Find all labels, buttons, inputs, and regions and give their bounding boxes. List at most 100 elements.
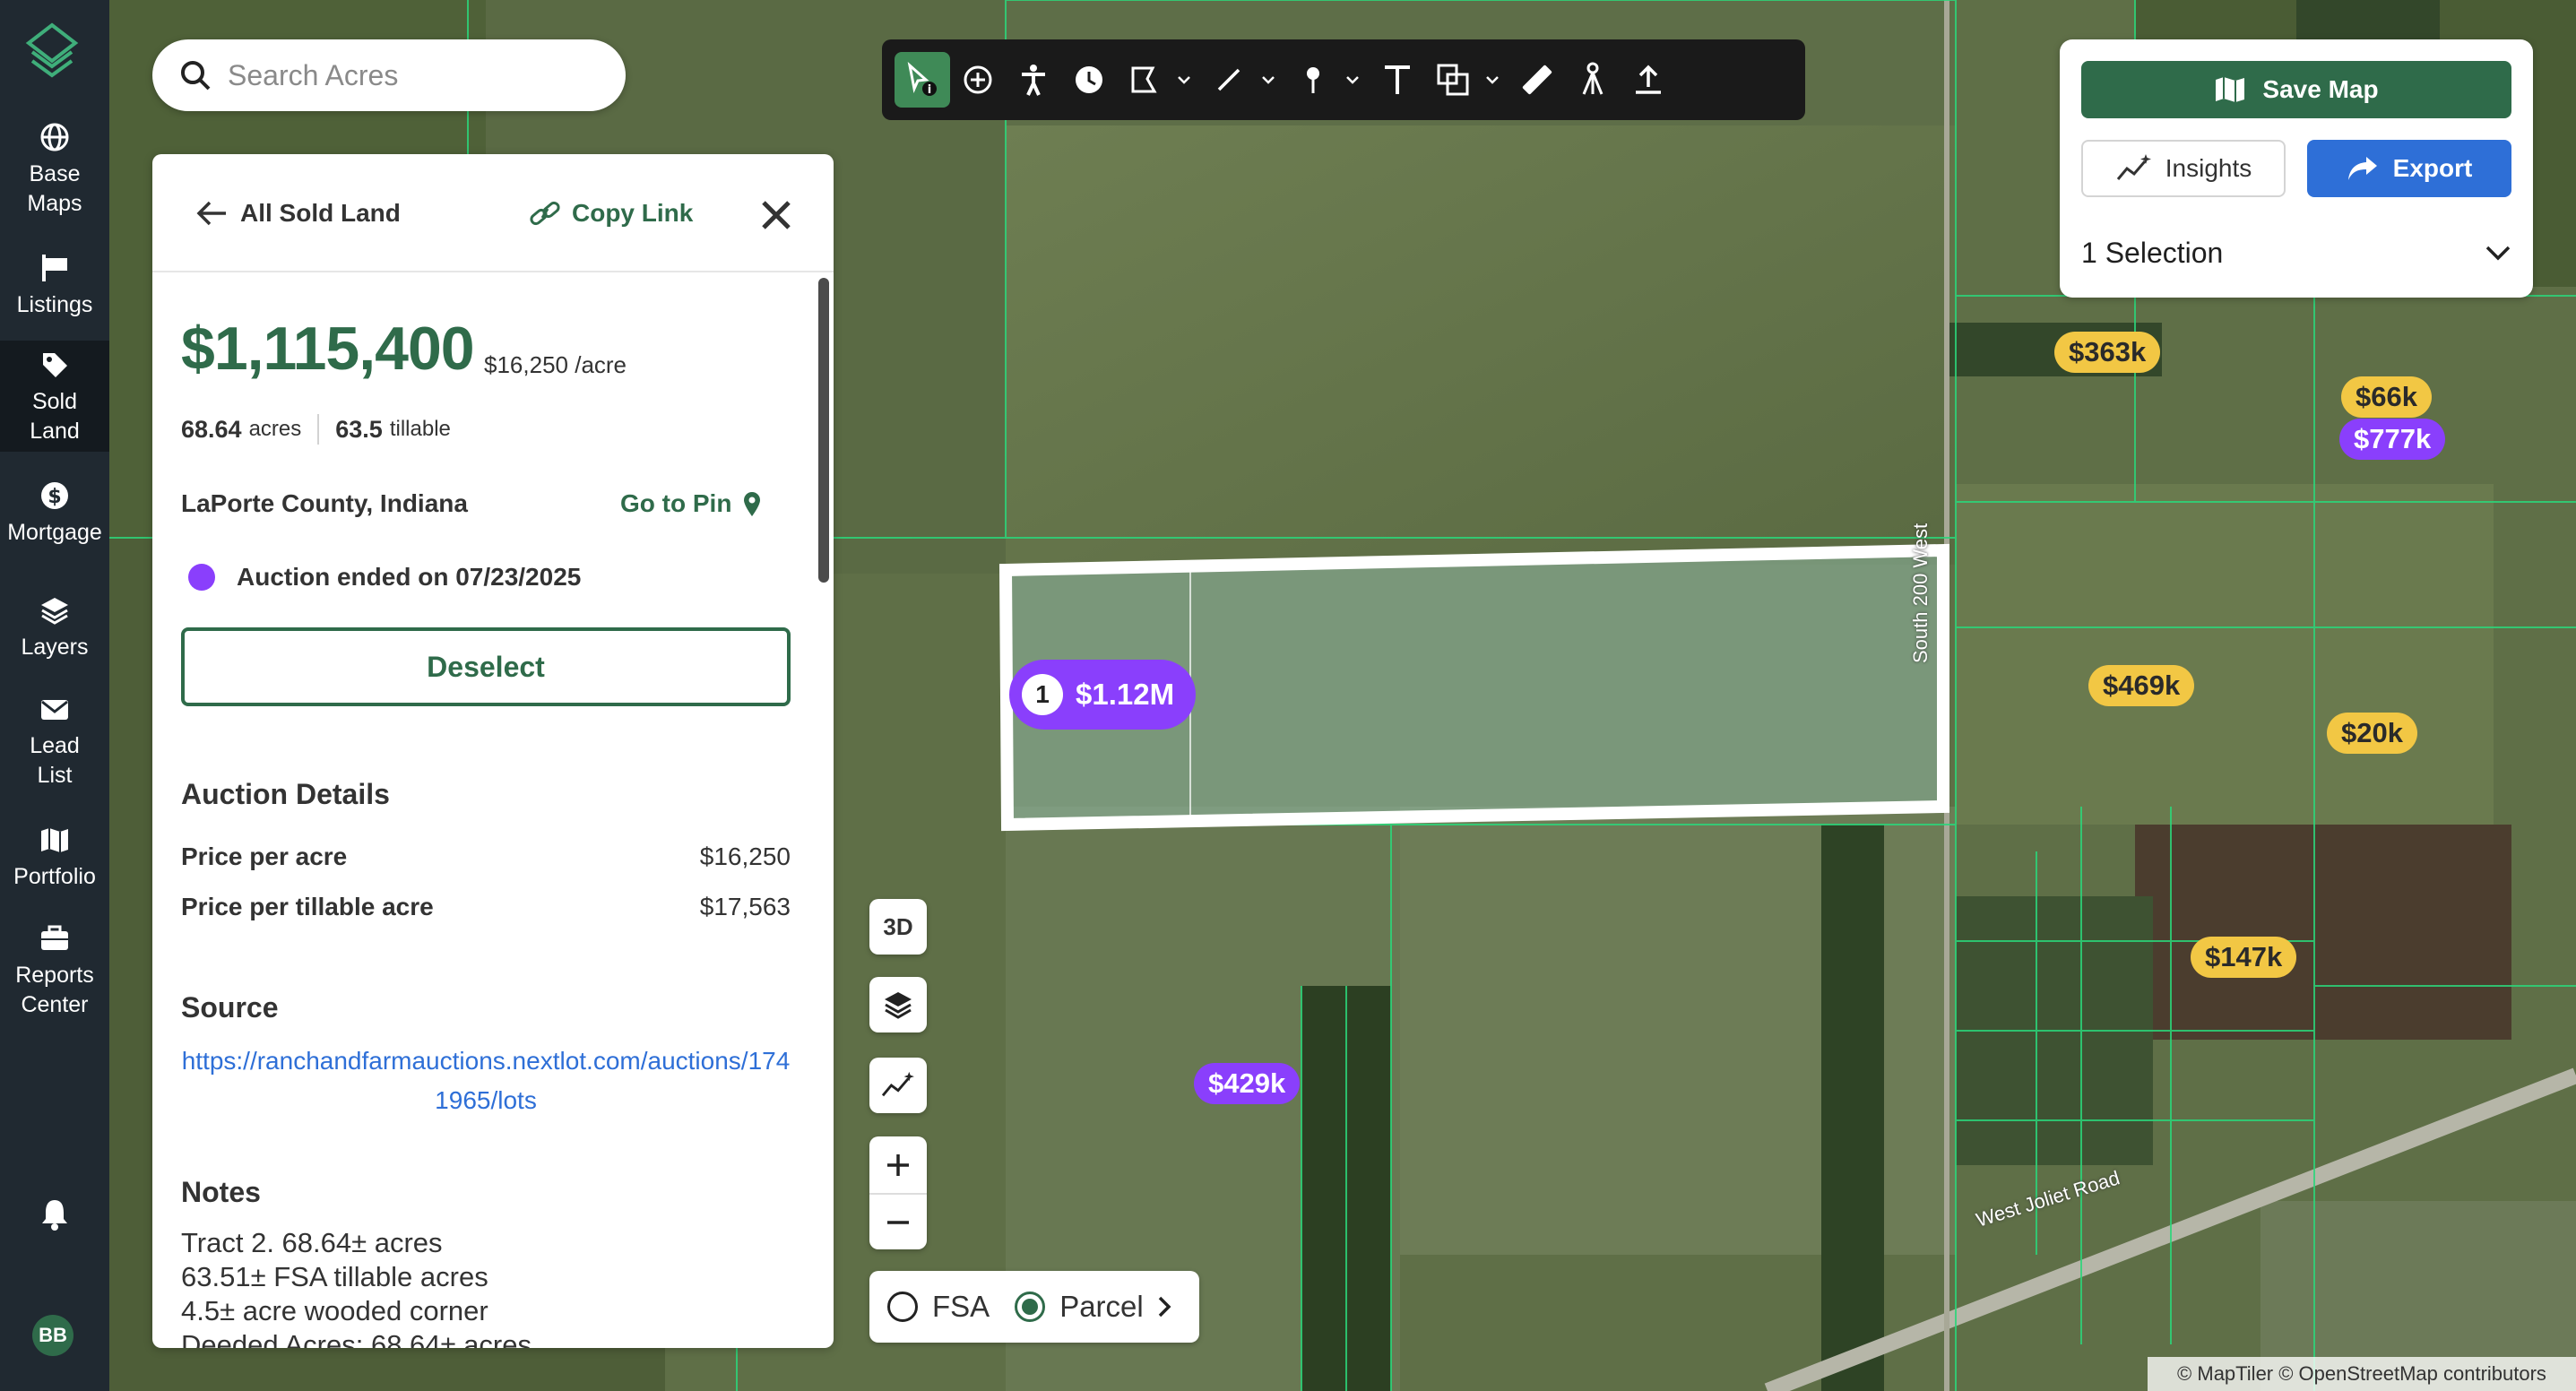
line-icon — [1217, 68, 1240, 91]
divider — [317, 414, 320, 445]
source-link[interactable]: https://ranchandfarmauctions.nextlot.com… — [181, 1041, 791, 1120]
detail-key: Price per acre — [181, 842, 348, 870]
tag-icon — [38, 348, 72, 382]
detail-row: Price per acre $16,250 — [181, 842, 791, 871]
nav-label: Base Maps — [27, 161, 82, 216]
close-icon[interactable] — [758, 197, 794, 233]
add-point-button[interactable] — [950, 52, 1006, 108]
accessibility-tool-button[interactable] — [1006, 52, 1061, 108]
zoom-in-button[interactable] — [869, 1136, 927, 1193]
go-to-pin-label: Go to Pin — [620, 489, 732, 517]
share-arrow-icon — [2347, 157, 2377, 180]
mail-icon — [38, 692, 72, 726]
measure-tool-button[interactable] — [1509, 52, 1565, 108]
cursor-info-icon: i — [907, 62, 937, 97]
shapes-tool-button[interactable] — [1425, 52, 1481, 108]
status-dot — [188, 564, 215, 591]
detail-row: Price per tillable acre $17,563 — [181, 893, 791, 921]
left-nav: Base Maps Listings Sold Land $ Mortgage … — [0, 0, 109, 1391]
upload-icon — [1636, 65, 1661, 94]
map-icon — [38, 823, 72, 857]
nav-sold-land[interactable]: Sold Land — [0, 341, 109, 452]
shapes-options-dropdown[interactable] — [1481, 52, 1504, 108]
globe-icon — [38, 120, 72, 154]
zoom-out-button[interactable] — [869, 1193, 927, 1249]
nav-mortgage[interactable]: $ Mortgage — [0, 479, 109, 548]
nav-listings[interactable]: Listings — [0, 251, 109, 320]
marker-options-dropdown[interactable] — [1341, 52, 1364, 108]
history-tool-button[interactable] — [1061, 52, 1117, 108]
export-button[interactable]: Export — [2307, 140, 2511, 197]
polygon-tool-button[interactable] — [1117, 52, 1172, 108]
search-bar[interactable] — [152, 39, 626, 111]
line-tool-button[interactable] — [1201, 52, 1257, 108]
nav-label: Sold Land — [30, 389, 80, 444]
boundary-type-toggle: FSA Parcel — [869, 1271, 1199, 1343]
text-icon — [1385, 65, 1410, 94]
select-tool-button[interactable]: i — [895, 52, 950, 108]
sign-icon — [38, 251, 72, 285]
price-per-acre-value: $16,250 — [484, 351, 568, 378]
marker-tool-button[interactable] — [1285, 52, 1341, 108]
parcel-radio[interactable] — [1015, 1292, 1046, 1322]
acreage-row: 68.64 acres 63.5 tillable — [181, 414, 451, 445]
nav-label: Lead List — [30, 733, 80, 788]
price-pin[interactable]: $777k — [2339, 419, 2446, 460]
chevron-right-icon[interactable] — [1156, 1294, 1172, 1319]
user-avatar[interactable]: BB — [32, 1315, 73, 1356]
nav-layers[interactable]: Layers — [0, 593, 109, 662]
survey-tool-button[interactable] — [1565, 52, 1621, 108]
export-label: Export — [2392, 154, 2473, 182]
fsa-radio[interactable] — [887, 1292, 918, 1322]
price-pin[interactable]: $66k — [2341, 376, 2432, 418]
shapes-icon — [1437, 64, 1469, 96]
notes-heading: Notes — [181, 1176, 261, 1208]
tillable-unit: tillable — [389, 417, 451, 441]
nav-label: Listings — [16, 292, 93, 317]
source-heading: Source — [181, 991, 279, 1024]
nav-reports-center[interactable]: Reports Center — [0, 921, 109, 1020]
layers-icon — [885, 992, 912, 1019]
price-pin[interactable]: $20k — [2327, 713, 2417, 754]
nav-label: Mortgage — [7, 520, 102, 545]
map-actions-card: Save Map Insights Export 1 Selection — [2060, 39, 2533, 298]
upload-tool-button[interactable] — [1621, 52, 1676, 108]
insights-sparkle-icon — [881, 1071, 914, 1097]
auction-status: Auction ended on 07/23/2025 — [188, 563, 581, 592]
nav-portfolio[interactable]: Portfolio — [0, 823, 109, 892]
acres-value: 68.64 — [181, 415, 242, 443]
deselect-button[interactable]: Deselect — [181, 627, 791, 706]
price-pin[interactable]: $469k — [2088, 665, 2195, 706]
text-tool-button[interactable] — [1370, 52, 1425, 108]
save-map-button[interactable]: Save Map — [2081, 61, 2511, 118]
ruler-icon — [1522, 65, 1552, 95]
polygon-options-dropdown[interactable] — [1172, 52, 1196, 108]
nav-lead-list[interactable]: Lead List — [0, 692, 109, 791]
back-to-all-sold-land-link[interactable]: All Sold Land — [195, 199, 401, 228]
fsa-label: FSA — [932, 1290, 990, 1323]
search-input[interactable] — [228, 58, 586, 92]
price-pin[interactable]: $363k — [2054, 332, 2161, 373]
drawing-toolbar: i — [882, 39, 1805, 120]
3d-toggle-button[interactable]: 3D — [869, 899, 927, 955]
selected-parcel-pin[interactable]: 1 $1.12M — [1009, 660, 1197, 730]
price-pin[interactable]: $147k — [2191, 937, 2297, 978]
copy-link-button[interactable]: Copy Link — [529, 199, 693, 228]
selection-dropdown[interactable]: 1 Selection — [2081, 229, 2511, 276]
tillable-value: 63.5 — [335, 415, 383, 443]
app-logo-icon[interactable] — [23, 22, 81, 84]
map-attribution[interactable]: © MapTiler © OpenStreetMap contributors — [2148, 1357, 2576, 1391]
layers-button[interactable] — [869, 977, 927, 1032]
line-options-dropdown[interactable] — [1257, 52, 1280, 108]
panel-scrollbar[interactable] — [818, 278, 829, 583]
map-insights-button[interactable] — [869, 1058, 927, 1113]
search-icon — [181, 61, 211, 91]
sold-land-detail-panel: All Sold Land Copy Link $1,115,400 $16,2… — [152, 154, 834, 1348]
go-to-pin-link[interactable]: Go to Pin — [620, 489, 762, 518]
insights-button[interactable]: Insights — [2081, 140, 2286, 197]
nav-base-maps[interactable]: Base Maps — [0, 120, 109, 219]
notifications-button[interactable] — [0, 1197, 109, 1237]
svg-text:i: i — [928, 83, 931, 97]
zoom-control — [869, 1136, 927, 1249]
price-pin[interactable]: $429k — [1194, 1063, 1301, 1104]
